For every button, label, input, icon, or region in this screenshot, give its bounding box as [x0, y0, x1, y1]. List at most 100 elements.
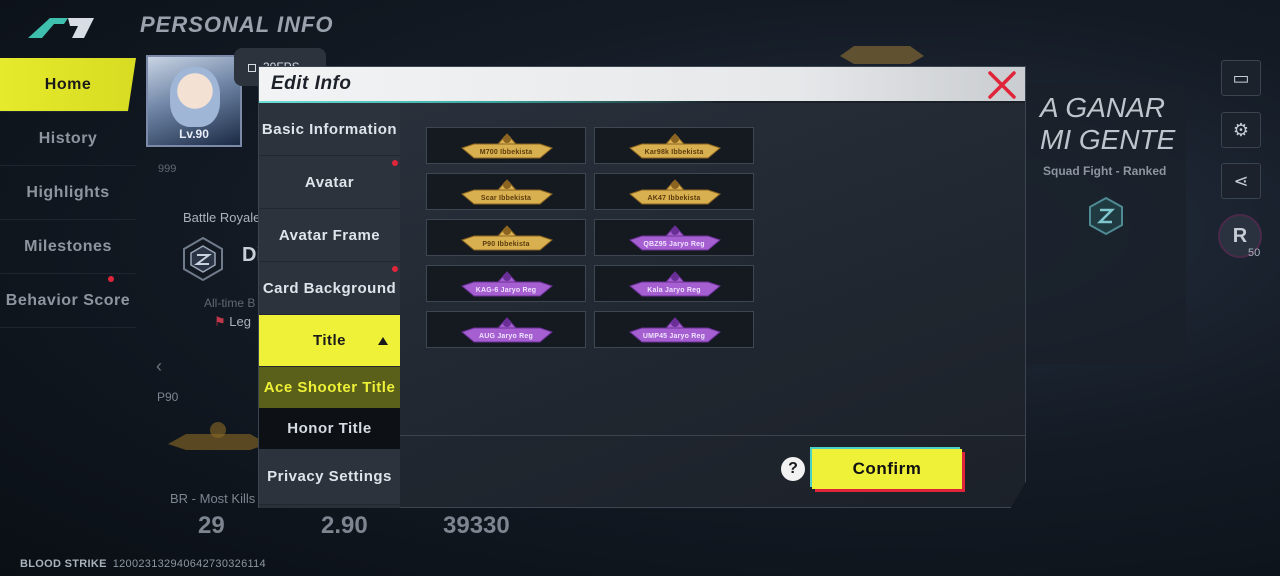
notification-dot — [108, 276, 114, 282]
stat-value: 2.90 — [321, 512, 368, 539]
menu-item-label: Basic Information — [261, 120, 398, 138]
purple-title-plate-icon — [628, 317, 722, 343]
side-nav: Home History Highlights Milestones Behav… — [0, 58, 136, 328]
edit-menu: Basic Information Avatar Avatar Frame Ca… — [259, 103, 400, 508]
title-badge-icon — [840, 46, 924, 64]
menu-item-avatar-frame[interactable]: Avatar Frame — [259, 209, 400, 262]
title-text: Scar Ibbekista — [480, 195, 532, 202]
id-card-icon: ▭ — [1232, 67, 1250, 88]
nav-item-highlights[interactable]: Highlights — [0, 166, 136, 220]
title-tile[interactable]: M700 Ibbekista — [426, 127, 586, 164]
menu-item-title[interactable]: Title — [259, 315, 400, 367]
title-tile[interactable]: AK47 Ibbekista — [594, 173, 754, 210]
menu-item-label: Title — [312, 332, 347, 349]
fps-icon — [248, 64, 256, 72]
player-short-id: 999 — [158, 163, 177, 175]
purple-title-plate-icon — [628, 225, 722, 251]
menu-item-label: Privacy Settings — [267, 468, 392, 485]
title-tile[interactable]: Scar Ibbekista — [426, 173, 586, 210]
nav-item-home[interactable]: Home — [0, 58, 136, 112]
rank-letter: R — [1232, 224, 1248, 247]
weapon-label: P90 — [157, 390, 179, 404]
rank-number: 50 — [1248, 247, 1261, 259]
player-uid: 120023132940642730326114 — [112, 558, 266, 570]
menu-item-label: Avatar Frame — [278, 226, 381, 244]
ranked-emblem-icon — [1089, 196, 1123, 236]
tier-text: Leg — [229, 314, 251, 329]
nav-item-behavior-score[interactable]: Behavior Score — [0, 274, 136, 328]
purple-title-plate-icon — [460, 271, 554, 297]
purple-title-plate-icon — [460, 317, 554, 343]
title-selection-panel: M700 Ibbekista Kar98k Ibbekista Scar Ibbek… — [400, 103, 1025, 507]
nav-item-label: Home — [44, 75, 92, 93]
personal-info-screen: PERSONAL INFO Home History Highlights Mi… — [0, 0, 1280, 576]
gold-title-plate-icon — [628, 179, 722, 205]
edit-info-dialog: Edit Info Basic Information Avatar Avata… — [258, 66, 1026, 508]
id-card-button[interactable]: ▭ — [1221, 60, 1261, 96]
menu-item-avatar[interactable]: Avatar — [259, 156, 400, 209]
nav-item-milestones[interactable]: Milestones — [0, 220, 136, 274]
title-tile[interactable]: P90 Ibbekista — [426, 219, 586, 256]
caret-up-icon — [378, 337, 388, 345]
submenu-item-label: Honor Title — [287, 420, 372, 437]
menu-item-card-background[interactable]: Card Background — [259, 262, 400, 315]
close-icon — [988, 71, 1016, 99]
stat-value: 29 — [198, 512, 225, 539]
close-button[interactable] — [985, 69, 1019, 101]
gear-icon: ⚙ — [1232, 119, 1250, 140]
nav-item-label: Behavior Score — [5, 291, 131, 309]
share-icon: ⋖ — [1233, 170, 1249, 191]
stat-value: 39330 — [443, 512, 510, 539]
title-tile[interactable]: AUG Jaryo Reg — [426, 311, 586, 348]
gold-title-plate-icon — [628, 133, 722, 159]
confirm-label: Confirm — [852, 459, 922, 478]
stats-label: BR - Most Kills — [170, 491, 256, 506]
notification-dot — [392, 266, 398, 272]
title-text: AUG Jaryo Reg — [479, 333, 533, 340]
avatar[interactable]: Lv.90 — [146, 55, 242, 147]
graffiti-text: A GANAR MI GENTE — [1040, 92, 1175, 156]
title-tile[interactable]: KAG-6 Jaryo Reg — [426, 265, 586, 302]
title-text: Kar98k Ibbekista — [644, 149, 704, 156]
purple-title-plate-icon — [628, 271, 722, 297]
menu-item-basic-information[interactable]: Basic Information — [259, 103, 400, 156]
title-text: KAG-6 Jaryo Reg — [475, 287, 537, 294]
nav-item-label: Highlights — [26, 183, 110, 201]
title-tile[interactable]: Kar98k Ibbekista — [594, 127, 754, 164]
gold-title-plate-icon — [460, 133, 554, 159]
title-tile[interactable]: UMP45 Jaryo Reg — [594, 311, 754, 348]
divider — [400, 435, 1025, 436]
title-grid: M700 Ibbekista Kar98k Ibbekista Scar Ibbek… — [426, 127, 754, 348]
title-text: Kala Jaryo Reg — [647, 287, 701, 294]
confirm-button[interactable]: Confirm — [812, 449, 962, 489]
title-tile[interactable]: QBZ95 Jaryo Reg — [594, 219, 754, 256]
nav-item-history[interactable]: History — [0, 112, 136, 166]
share-button[interactable]: ⋖ — [1221, 163, 1261, 199]
help-icon: ? — [788, 460, 798, 477]
rank-emblem-icon — [183, 236, 223, 282]
settings-button[interactable]: ⚙ — [1221, 112, 1261, 148]
notification-dot — [392, 160, 398, 166]
menu-item-privacy-settings[interactable]: Privacy Settings — [259, 449, 400, 505]
dialog-title: Edit Info — [271, 73, 352, 94]
game-logo-icon — [28, 18, 94, 38]
tier-label: ⚑ Leg — [214, 314, 251, 329]
title-text: M700 Ibbekista — [479, 149, 533, 156]
title-text: QBZ95 Jaryo Reg — [643, 241, 705, 248]
chevron-left-icon[interactable]: ‹ — [156, 356, 162, 377]
menu-item-label: Card Background — [262, 279, 397, 297]
footer: BLOOD STRIKE 120023132940642730326114 — [20, 558, 266, 570]
title-badge-icon — [168, 422, 268, 450]
menu-item-label: Avatar — [304, 173, 355, 191]
title-tile[interactable]: Kala Jaryo Reg — [594, 265, 754, 302]
nav-item-label: Milestones — [24, 237, 112, 255]
title-text: P90 Ibbekista — [482, 241, 530, 248]
submenu-item-ace-shooter-title[interactable]: Ace Shooter Title — [259, 367, 400, 408]
player-level: Lv.90 — [179, 127, 209, 141]
ranked-mode-label: Squad Fight - Ranked — [1043, 164, 1167, 178]
submenu-item-honor-title[interactable]: Honor Title — [259, 408, 400, 449]
nav-item-label: History — [38, 129, 98, 147]
dialog-header: Edit Info — [259, 67, 1025, 103]
help-button[interactable]: ? — [781, 457, 805, 481]
mode-label: Battle Royale — [183, 210, 261, 225]
